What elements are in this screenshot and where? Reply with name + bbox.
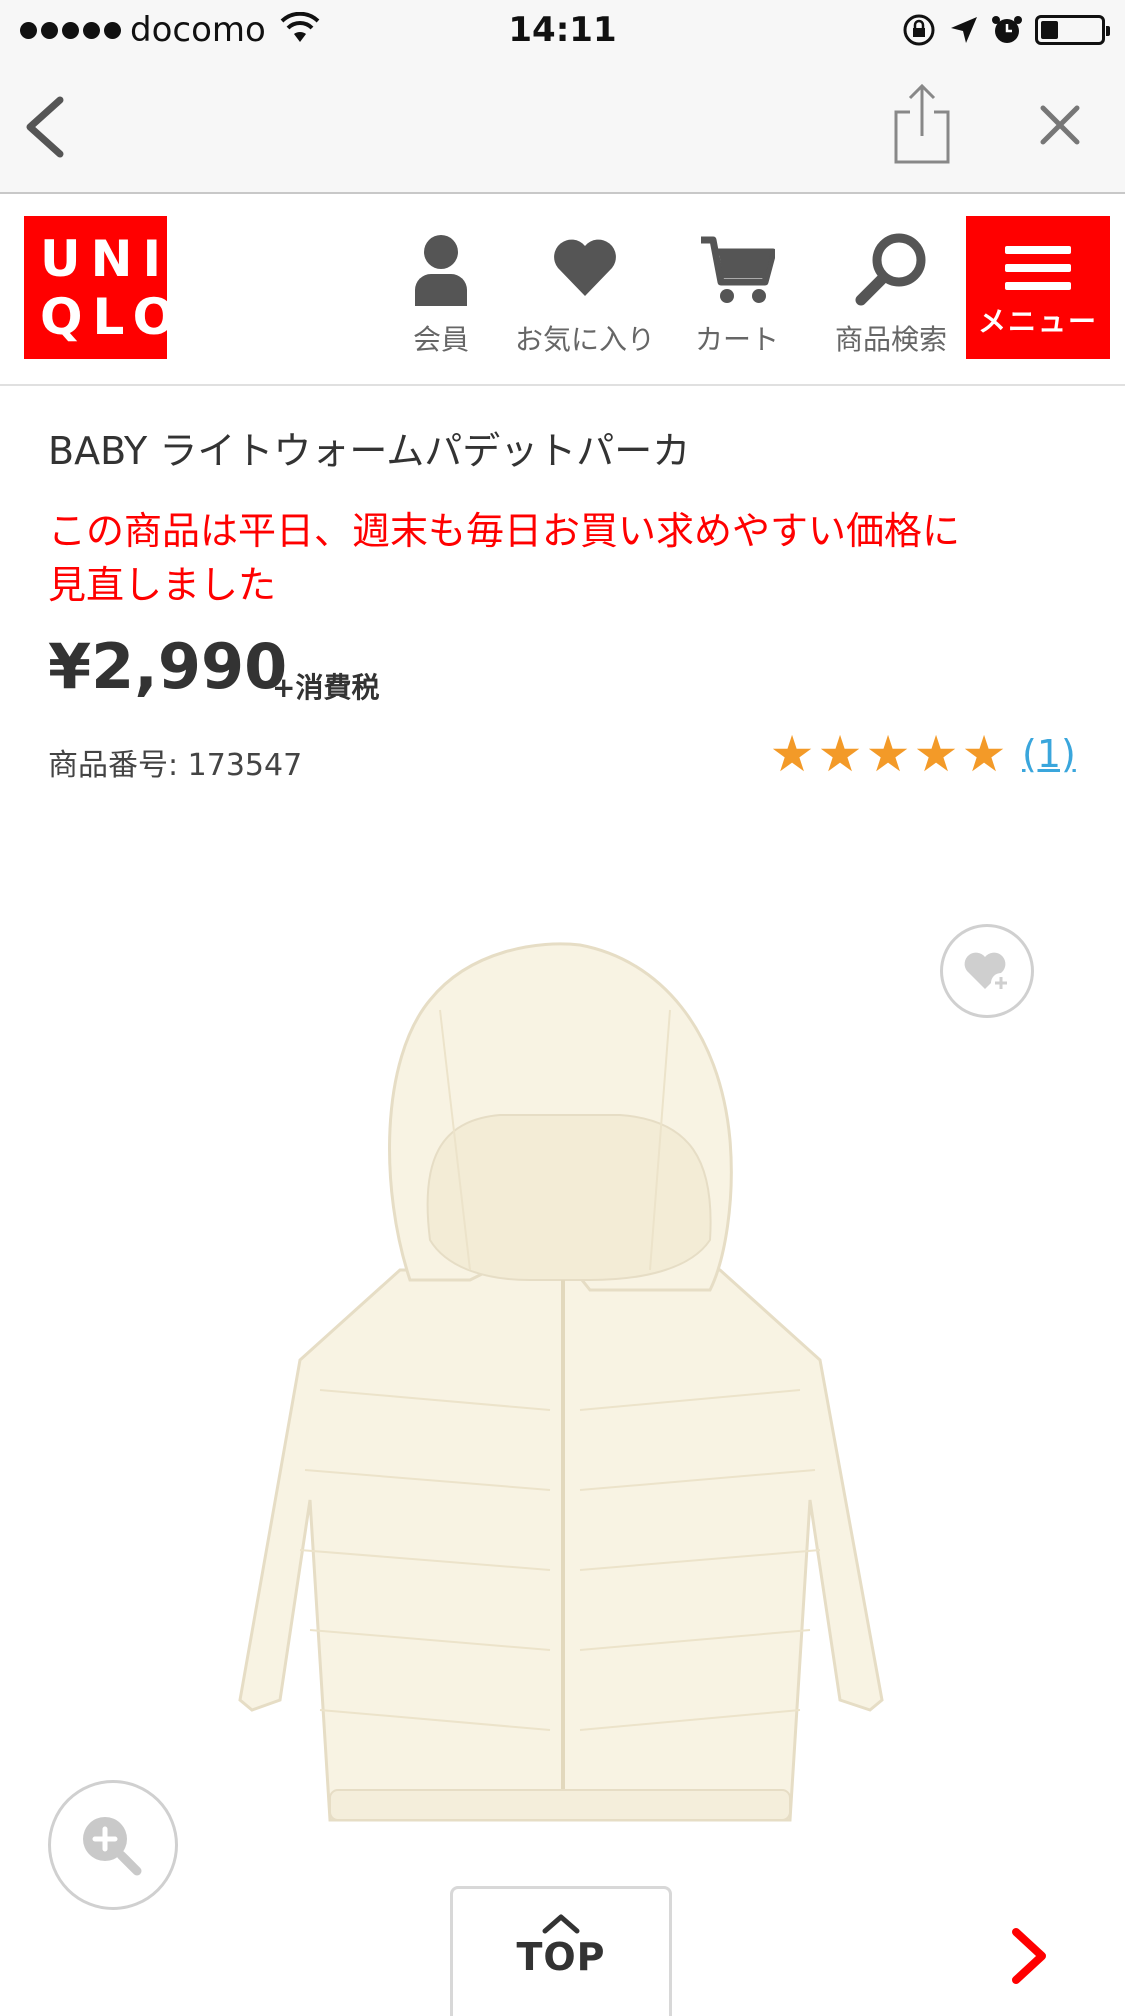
status-bar: docomo 14:11 xyxy=(0,0,1125,62)
battery-icon xyxy=(1035,15,1110,45)
nav-cart[interactable]: カート xyxy=(662,232,812,362)
heart-plus-icon xyxy=(964,952,1011,993)
zoom-button[interactable] xyxy=(48,1780,178,1910)
uniqlo-logo[interactable]: UNI QLO xyxy=(24,216,175,359)
search-icon xyxy=(855,233,926,306)
person-icon xyxy=(415,235,467,306)
nav-member[interactable]: 会員 xyxy=(366,232,516,362)
product-title: BABY ライトウォームパデットパーカ xyxy=(48,429,691,473)
star-icon: ★ xyxy=(913,725,959,783)
promo-message: この商品は平日、週末も毎日お買い求めやすい価格に 見直しました xyxy=(48,509,961,607)
browser-toolbar xyxy=(0,62,1125,194)
chevron-right-icon[interactable] xyxy=(1004,1926,1054,1986)
star-icon: ★ xyxy=(769,725,815,783)
tax-note: +消費税 xyxy=(272,671,380,704)
review-count-link[interactable]: (1) xyxy=(1022,732,1076,776)
rotation-lock-icon xyxy=(903,14,935,46)
product-number: 商品番号: 173547 xyxy=(48,748,303,783)
alarm-icon xyxy=(992,16,1022,43)
site-header: UNI QLO 会員 お気に入り カート 商品検索 メニュー xyxy=(0,194,1125,386)
star-icon: ★ xyxy=(961,725,1007,783)
nav-favorites[interactable]: お気に入り xyxy=(510,232,660,362)
zoom-in-icon xyxy=(83,1817,142,1876)
nav-search[interactable]: 商品検索 xyxy=(816,232,966,362)
star-icon: ★ xyxy=(865,725,911,783)
chevron-up-icon xyxy=(542,1914,580,1934)
close-icon[interactable] xyxy=(1035,100,1085,150)
add-to-favorites-button[interactable] xyxy=(940,924,1034,1018)
back-to-top-button[interactable]: TOP xyxy=(450,1886,672,2016)
cart-icon xyxy=(701,236,775,303)
hamburger-icon xyxy=(1005,246,1071,290)
share-icon[interactable] xyxy=(890,82,954,166)
product-price: ¥2,990 xyxy=(48,630,288,703)
star-icon: ★ xyxy=(817,725,863,783)
rating[interactable]: ★ ★ ★ ★ ★ (1) xyxy=(768,726,1076,782)
chevron-left-icon[interactable] xyxy=(18,92,78,162)
heart-icon xyxy=(554,239,616,296)
menu-button[interactable]: メニュー xyxy=(966,216,1110,359)
product-image[interactable] xyxy=(170,940,950,1830)
location-icon xyxy=(951,17,977,43)
